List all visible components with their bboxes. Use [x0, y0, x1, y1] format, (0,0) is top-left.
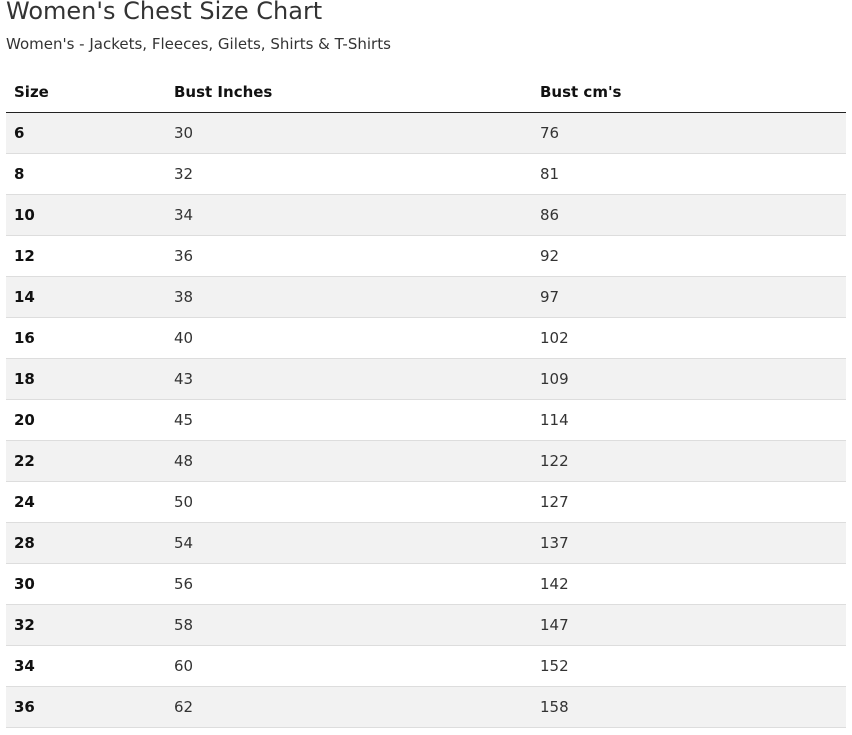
- cell-size: 6: [6, 112, 166, 154]
- header-size: Size: [6, 71, 166, 113]
- table-row: 32 58 147: [6, 604, 846, 646]
- cell-bust-inches: 60: [166, 645, 532, 687]
- cell-bust-inches: 54: [166, 522, 532, 564]
- table-row: 16 40 102: [6, 317, 846, 359]
- cell-bust-cm: 114: [532, 399, 846, 441]
- table-row: 36 62 158: [6, 686, 846, 728]
- cell-size: 30: [6, 563, 166, 605]
- cell-size: 20: [6, 399, 166, 441]
- cell-bust-cm: 86: [532, 194, 846, 236]
- cell-bust-inches: 45: [166, 399, 532, 441]
- header-bust-inches: Bust Inches: [166, 71, 532, 113]
- cell-size: 34: [6, 645, 166, 687]
- cell-size: 8: [6, 153, 166, 195]
- cell-bust-inches: 50: [166, 481, 532, 523]
- cell-bust-inches: 43: [166, 358, 532, 400]
- table-row: 6 30 76: [6, 112, 846, 154]
- page-title: Women's Chest Size Chart: [6, 0, 323, 25]
- cell-bust-cm: 122: [532, 440, 846, 482]
- cell-bust-inches: 48: [166, 440, 532, 482]
- size-chart-table: Size Bust Inches Bust cm's 6 30 76 8 32 …: [6, 71, 846, 728]
- page-subtitle: Women's - Jackets, Fleeces, Gilets, Shir…: [6, 35, 391, 53]
- table-header-row: Size Bust Inches Bust cm's: [6, 71, 846, 113]
- cell-bust-cm: 102: [532, 317, 846, 359]
- table-row: 28 54 137: [6, 522, 846, 564]
- cell-bust-cm: 158: [532, 686, 846, 728]
- table-row: 8 32 81: [6, 153, 846, 195]
- header-bust-cm: Bust cm's: [532, 71, 846, 113]
- cell-bust-inches: 34: [166, 194, 532, 236]
- cell-bust-inches: 36: [166, 235, 532, 277]
- cell-size: 12: [6, 235, 166, 277]
- cell-bust-cm: 147: [532, 604, 846, 646]
- cell-bust-inches: 56: [166, 563, 532, 605]
- table-row: 22 48 122: [6, 440, 846, 482]
- cell-bust-cm: 81: [532, 153, 846, 195]
- cell-size: 22: [6, 440, 166, 482]
- cell-bust-cm: 152: [532, 645, 846, 687]
- table-row: 18 43 109: [6, 358, 846, 400]
- cell-bust-inches: 30: [166, 112, 532, 154]
- cell-size: 10: [6, 194, 166, 236]
- cell-bust-inches: 62: [166, 686, 532, 728]
- cell-bust-cm: 97: [532, 276, 846, 318]
- table-row: 30 56 142: [6, 563, 846, 605]
- cell-size: 24: [6, 481, 166, 523]
- table-row: 14 38 97: [6, 276, 846, 318]
- cell-bust-inches: 38: [166, 276, 532, 318]
- table-row: 10 34 86: [6, 194, 846, 236]
- cell-bust-inches: 40: [166, 317, 532, 359]
- cell-size: 28: [6, 522, 166, 564]
- table-row: 24 50 127: [6, 481, 846, 523]
- cell-bust-cm: 142: [532, 563, 846, 605]
- cell-bust-cm: 137: [532, 522, 846, 564]
- cell-bust-cm: 76: [532, 112, 846, 154]
- cell-bust-inches: 58: [166, 604, 532, 646]
- cell-bust-inches: 32: [166, 153, 532, 195]
- table-row: 12 36 92: [6, 235, 846, 277]
- cell-size: 16: [6, 317, 166, 359]
- cell-size: 32: [6, 604, 166, 646]
- cell-size: 36: [6, 686, 166, 728]
- cell-size: 18: [6, 358, 166, 400]
- cell-bust-cm: 109: [532, 358, 846, 400]
- table-row: 34 60 152: [6, 645, 846, 687]
- table-row: 20 45 114: [6, 399, 846, 441]
- cell-bust-cm: 92: [532, 235, 846, 277]
- cell-size: 14: [6, 276, 166, 318]
- cell-bust-cm: 127: [532, 481, 846, 523]
